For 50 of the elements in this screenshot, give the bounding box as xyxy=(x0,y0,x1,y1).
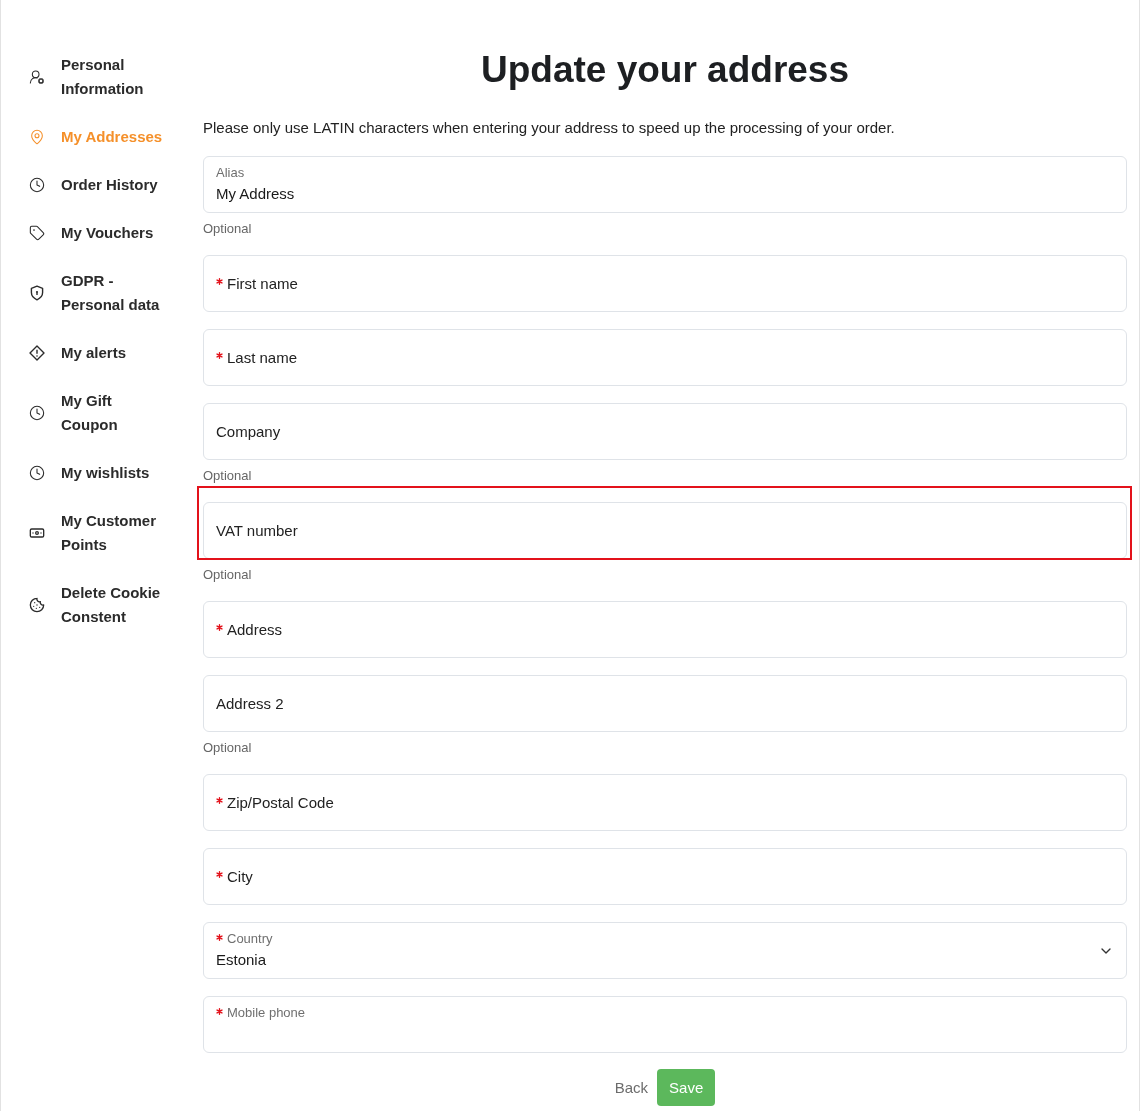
clock-icon xyxy=(29,177,45,193)
map-pin-icon xyxy=(29,129,45,145)
input-field[interactable]: Mobile phone xyxy=(203,996,1127,1053)
sidebar-link[interactable]: Order History xyxy=(29,173,203,197)
field-label: Alias xyxy=(216,165,245,181)
field-label: First name xyxy=(227,273,298,294)
optional-hint: Optional xyxy=(203,220,253,238)
input-field[interactable]: Alias My Address xyxy=(203,156,1127,213)
sidebar-link[interactable]: My Customer Points xyxy=(29,509,203,557)
field-label: Last name xyxy=(227,347,298,368)
person-icon xyxy=(29,69,45,85)
page-title: Update your address xyxy=(479,48,851,92)
input-field[interactable]: Address xyxy=(203,601,1127,658)
sidebar-link[interactable]: Personal Information xyxy=(29,53,203,101)
input-field[interactable]: Last name xyxy=(203,329,1127,386)
input-field[interactable]: City xyxy=(203,848,1127,905)
field-label: Address 2 xyxy=(216,693,284,714)
optional-hint: Optional xyxy=(203,739,253,757)
field-label: Company xyxy=(216,421,281,442)
optional-hint: Optional xyxy=(203,467,253,485)
field-value: My Address xyxy=(216,184,296,204)
select-field[interactable]: Country Estonia xyxy=(203,922,1127,979)
sidebar-link[interactable]: My Vouchers xyxy=(29,221,203,245)
tag-icon xyxy=(29,225,45,241)
back-button[interactable]: Back xyxy=(614,1077,649,1098)
input-field[interactable]: VAT number xyxy=(203,502,1127,559)
sidebar-link[interactable]: My wishlists xyxy=(29,461,203,485)
shield-icon xyxy=(29,285,45,301)
field-label: Zip/Postal Code xyxy=(227,792,334,813)
sidebar-link[interactable]: GDPR - Personal data xyxy=(29,269,203,317)
sidebar-link[interactable]: My Gift Coupon xyxy=(29,389,203,437)
input-field[interactable]: Zip/Postal Code xyxy=(203,774,1127,831)
cookie-icon xyxy=(29,597,45,613)
field-label: City xyxy=(227,866,253,887)
optional-hint: Optional xyxy=(203,566,253,584)
sidebar-link[interactable]: Delete Cookie Constent xyxy=(29,581,203,629)
input-field[interactable]: Company xyxy=(203,403,1127,460)
warning-diamond-icon xyxy=(29,345,45,361)
clock-icon xyxy=(29,405,45,421)
field-value: Estonia xyxy=(216,950,268,970)
clock-icon xyxy=(29,465,45,481)
field-label: VAT number xyxy=(216,520,298,541)
field-label: Mobile phone xyxy=(227,1005,306,1021)
input-field[interactable]: Address 2 xyxy=(203,675,1127,732)
input-field[interactable]: First name xyxy=(203,255,1127,312)
banknote-icon xyxy=(29,525,45,541)
field-label: Address xyxy=(227,619,283,640)
sidebar-link[interactable]: My alerts xyxy=(29,341,203,365)
field-label: Country xyxy=(227,931,273,947)
notice-text: Please only use LATIN characters when entering your address to speed up the processing of your order. xyxy=(203,118,896,138)
